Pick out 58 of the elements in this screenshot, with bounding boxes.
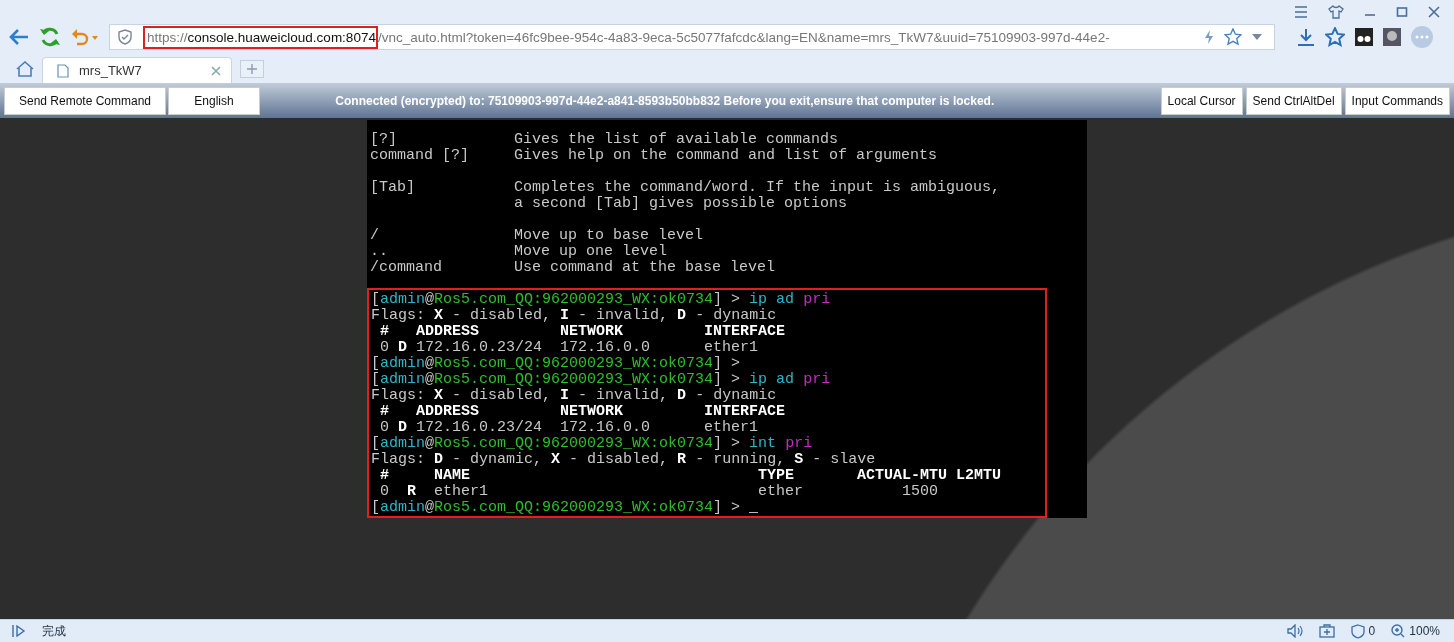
refresh-icon[interactable] — [39, 26, 61, 48]
terminal-line: 0 R ether1 ether 1500 — [379, 484, 940, 500]
terminal-line: # ADDRESS NETWORK INTERFACE — [379, 404, 787, 420]
toolbar-button[interactable]: Local Cursor — [1160, 86, 1243, 115]
terminal-line: / Move up to base level — [370, 228, 705, 244]
terminal-line: 0 D 172.16.0.23/24 172.16.0.0 ether1 — [379, 420, 760, 436]
close-icon[interactable] — [1428, 6, 1440, 18]
shield-icon[interactable] — [1350, 623, 1365, 639]
terminal-line: a second [Tab] gives possible options — [513, 196, 849, 212]
speaker-icon[interactable] — [1286, 624, 1303, 638]
star-icon[interactable] — [1224, 28, 1242, 46]
page-icon — [57, 63, 69, 78]
terminal-line: # NAME TYPE ACTUAL-MTU L2MTU — [379, 468, 1002, 484]
sidebar-toggle-icon[interactable] — [12, 625, 26, 637]
zoom-icon[interactable] — [1391, 624, 1406, 638]
terminal-line: [?] Gives the list of available commands — [370, 132, 840, 148]
connection-status: Connected (encrypted) to: 75109903-997d-44e2-a841-8593b50bb832 Before you exit,ensure that computer is locked. — [334, 93, 996, 108]
url-path-text: /vnc_auto.html?token=46fc9bee-954c-4a83-9eca-5c5077fafcdc&lang=EN&name=mrs_TkW7&uuid=75109903-997d-44e2- — [377, 29, 1110, 45]
shirt-icon[interactable] — [1328, 5, 1344, 19]
caret-icon[interactable] — [1252, 34, 1262, 40]
toolbar-button[interactable]: Input Commands — [1344, 86, 1450, 115]
toolbar-button[interactable]: Send CtrlAltDel — [1245, 86, 1342, 115]
terminal-line: 0 D 172.16.0.23/24 172.16.0.0 ether1 — [379, 340, 760, 356]
terminal-line: Flags: D - dynamic, X - disabled, R - running, S - slave — [371, 452, 877, 468]
back-arrow-icon[interactable] — [9, 28, 29, 46]
home-icon[interactable] — [16, 61, 34, 77]
plus-icon — [247, 64, 257, 74]
shield-icon — [117, 29, 133, 45]
toolbar-button[interactable]: English — [168, 86, 260, 115]
terminal-line: [admin@Ros5.com_QQ:962000293_WX:ok0734] > int pri — [371, 436, 814, 452]
browser-tab[interactable]: mrs_TkW7 — [42, 57, 232, 83]
terminal-line: [admin@Ros5.com_QQ:962000293_WX:ok0734] > — [371, 356, 742, 372]
medkit-icon[interactable] — [1318, 624, 1335, 638]
glasses-icon[interactable] — [1355, 28, 1373, 46]
terminal-line: command [?] Gives help on the command and list of arguments — [370, 148, 939, 164]
terminal-line: /command Use command at the base level — [370, 260, 777, 276]
toolbar-button[interactable]: Send Remote Command — [4, 86, 166, 115]
close-icon[interactable] — [211, 65, 221, 76]
url-host-text: https://console.huaweicloud.com:8074 — [143, 25, 378, 49]
status-text: 完成 — [42, 622, 66, 640]
terminal-line: Flags: X - disabled, I - invalid, D - dynamic — [371, 388, 778, 404]
menu-icon[interactable] — [1294, 6, 1308, 18]
terminal-line: [admin@Ros5.com_QQ:962000293_WX:ok0734] > _ — [371, 500, 760, 516]
download-icon[interactable] — [1297, 28, 1315, 46]
undo-icon[interactable] — [71, 28, 99, 46]
terminal-line: Flags: X - disabled, I - invalid, D - dynamic — [371, 308, 778, 324]
star-icon[interactable] — [1325, 27, 1345, 47]
maximize-icon[interactable] — [1396, 6, 1408, 18]
extension-icon[interactable] — [1383, 28, 1401, 46]
terminal-line: [Tab] Completes the command/word. If the input is ambiguous, — [370, 180, 1002, 196]
terminal-line: [admin@Ros5.com_QQ:962000293_WX:ok0734] > ip ad pri — [371, 372, 832, 388]
blocked-ads-count: 0 — [1368, 624, 1376, 638]
terminal-line: [admin@Ros5.com_QQ:962000293_WX:ok0734] > ip ad pri — [371, 292, 832, 308]
lightning-icon[interactable] — [1204, 29, 1214, 45]
address-bar[interactable]: https://console.huaweicloud.com:8074/vnc_auto.html?token=46fc9bee-954c-4a83-9eca-5c5077fafcdc&lang=EN&name=mrs_TkW7&uuid=75109903-997d-44e2- — [109, 24, 1275, 50]
terminal-line: .. Move up one level — [370, 244, 669, 260]
terminal-line: # ADDRESS NETWORK INTERFACE — [379, 324, 787, 340]
zoom-level[interactable]: 100% — [1409, 624, 1440, 638]
